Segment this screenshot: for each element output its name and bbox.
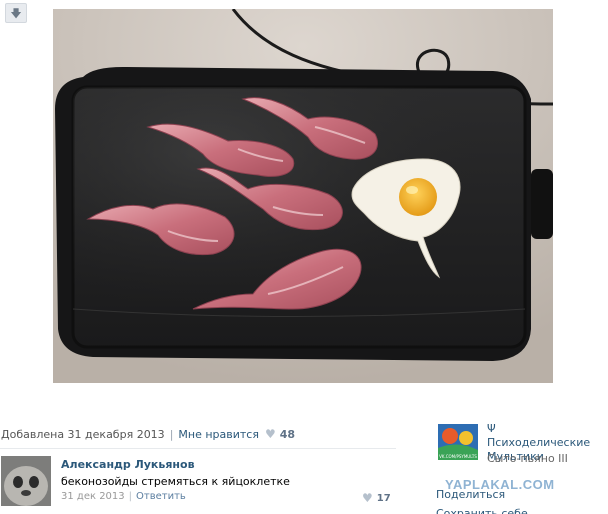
share-button[interactable]: Поделиться (436, 488, 505, 501)
comment-like-count: 17 (376, 492, 391, 504)
post-date: Добавлена 31 декабря 2013 (1, 427, 165, 441)
reply-button[interactable]: Ответить (136, 491, 186, 502)
separator: | (169, 427, 174, 441)
post-meta: Добавлена 31 декабря 2013 | Мне нравится… (1, 427, 295, 441)
like-count: 48 (279, 427, 296, 441)
download-button[interactable]: 🡇 (5, 3, 27, 23)
save-button[interactable]: Сохранить себе (436, 507, 528, 514)
avatar[interactable] (1, 456, 51, 506)
download-arrow-icon: 🡇 (10, 6, 22, 20)
thumb-caption: VK.COM/PSYMULTS (439, 454, 477, 459)
post-photo[interactable] (53, 9, 553, 383)
album-title[interactable]: Сыто-пьяно III (487, 452, 568, 465)
like-button[interactable]: Мне нравится (178, 428, 259, 441)
comment-author[interactable]: Александр Лукьянов (61, 458, 195, 471)
comment-date[interactable]: 31 дек 2013 (61, 491, 125, 502)
comment-text: беконозойды стремяться к яйцоклетке (61, 475, 290, 488)
divider (0, 448, 396, 449)
group-thumbnail[interactable]: VK.COM/PSYMULTS (438, 424, 478, 460)
heart-icon[interactable]: ♥ (362, 491, 373, 505)
heart-icon[interactable]: ♥ (265, 427, 276, 441)
separator: | (128, 491, 133, 502)
comment-like[interactable]: ♥ 17 (362, 491, 391, 505)
comment-footer: 31 дек 2013 | Ответить (61, 491, 186, 502)
